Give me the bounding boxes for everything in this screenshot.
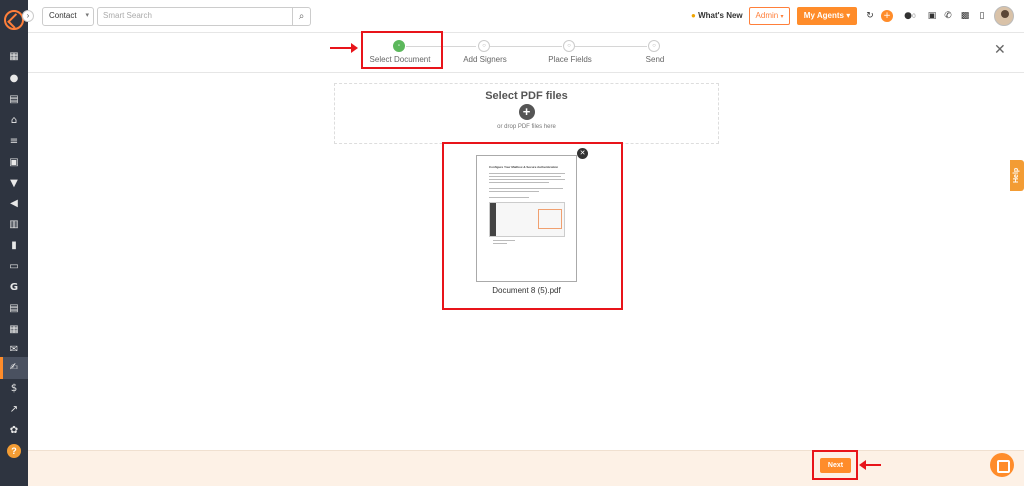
help-tab[interactable]: Help xyxy=(1010,160,1024,191)
chevron-down-icon: ▾ xyxy=(846,11,851,20)
my-agents-button[interactable]: My Agents ▾ xyxy=(797,7,857,25)
dropzone-title: Select PDF files xyxy=(485,90,568,102)
close-icon[interactable]: ✕ xyxy=(994,42,1006,58)
thumb-line xyxy=(493,243,507,244)
add-file-icon[interactable]: + xyxy=(518,104,535,120)
chevron-down-icon: ▾ xyxy=(85,12,89,19)
funnel-icon[interactable]: ▼ xyxy=(7,177,21,191)
step-connector xyxy=(490,46,562,47)
dashboard-icon[interactable]: ▦ xyxy=(7,50,21,64)
google-icon[interactable]: G xyxy=(7,281,21,295)
thumb-line xyxy=(493,240,515,241)
settings-gear-icon[interactable]: ✿ xyxy=(7,424,21,438)
reports-icon[interactable]: ▮ xyxy=(7,239,21,253)
search-icon[interactable]: ⌕ xyxy=(292,7,311,26)
thumb-highlight xyxy=(538,209,562,229)
step-connector xyxy=(575,46,647,47)
my-agents-label: My Agents xyxy=(803,11,844,20)
logo-icon[interactable] xyxy=(4,10,24,30)
chart-line-icon[interactable]: ↗ xyxy=(7,403,21,417)
stepper: ▫ Select Document ○ Add Signers ○ Place … xyxy=(28,33,1024,73)
topbar: Contact ▾ Smart Search ⌕ ● What's New Ad… xyxy=(28,0,1024,33)
annotation-box-step xyxy=(361,31,443,69)
bank-icon[interactable]: ⌂ xyxy=(7,114,21,128)
admin-label: Admin xyxy=(755,11,779,20)
refresh-icon[interactable]: ↻ xyxy=(864,10,876,22)
next-button[interactable]: Next xyxy=(820,458,851,473)
step-2-label[interactable]: Add Signers xyxy=(445,55,525,64)
thumbnail-title: Configure Your Mailbox & Secure Authenti… xyxy=(489,165,559,169)
thumb-line xyxy=(489,188,563,189)
document-filename: Document 8 (5).pdf xyxy=(492,286,561,295)
thumb-line xyxy=(489,176,561,177)
step-2-signer-icon[interactable]: ○ xyxy=(478,40,490,52)
document-thumbnail[interactable]: Configure Your Mailbox & Secure Authenti… xyxy=(476,155,577,282)
step-3-fields-icon[interactable]: ○ xyxy=(563,40,575,52)
list-icon[interactable]: ≡ xyxy=(7,135,21,149)
users-count: 0 xyxy=(912,13,916,20)
user-icon: ● xyxy=(904,11,913,21)
annotation-arrow-step xyxy=(330,43,358,53)
sidebar-collapse-toggle[interactable]: › xyxy=(22,10,34,22)
add-icon[interactable]: + xyxy=(881,10,893,22)
whats-new-label: What's New xyxy=(698,11,743,20)
thumb-sidebar xyxy=(490,203,496,236)
thumb-line xyxy=(489,191,539,192)
thumb-line xyxy=(489,179,565,180)
help-circle-icon[interactable]: ? xyxy=(7,444,21,458)
folder-icon[interactable]: ▭ xyxy=(7,260,21,274)
remove-document-icon[interactable]: ✕ xyxy=(577,148,588,159)
step-4-label[interactable]: Send xyxy=(615,55,695,64)
megaphone-icon[interactable]: ◀ xyxy=(7,197,21,211)
whats-new-link[interactable]: ● What's New xyxy=(691,11,743,20)
dropzone-hint: or drop PDF files here xyxy=(497,124,556,130)
contacts-icon[interactable]: ● xyxy=(7,72,21,86)
chat-icon[interactable] xyxy=(990,453,1014,477)
avatar[interactable] xyxy=(994,6,1014,26)
tasks-icon[interactable]: ▤ xyxy=(7,302,21,316)
search-input[interactable]: Smart Search xyxy=(97,7,293,26)
documents-icon[interactable]: ▤ xyxy=(7,93,21,107)
dollar-icon[interactable]: $ xyxy=(7,382,21,396)
thumb-line xyxy=(489,173,565,174)
thumb-line xyxy=(489,197,529,198)
step-4-send-icon[interactable]: ○ xyxy=(648,40,660,52)
annotation-arrow-next xyxy=(859,460,881,470)
thumbnail-screenshot xyxy=(489,202,565,237)
calculator-icon[interactable]: ▥ xyxy=(7,218,21,232)
chip-icon[interactable]: ▩ xyxy=(959,10,971,22)
thumb-line xyxy=(489,182,549,183)
users-count-icon[interactable]: ●0 xyxy=(900,10,920,22)
sidebar: ▦ ● ▤ ⌂ ≡ ▣ ▼ ◀ ▥ ▮ ▭ G ▤ ▦ ✉ ✍ $ ↗ ✿ ? xyxy=(0,0,28,486)
contact-select-value: Contact xyxy=(49,11,77,20)
step-3-label[interactable]: Place Fields xyxy=(530,55,610,64)
phone-icon[interactable]: ✆ xyxy=(942,10,954,22)
chevron-down-icon: ▾ xyxy=(780,14,784,20)
fire-icon: ● xyxy=(691,11,696,20)
calendar-icon[interactable]: ▦ xyxy=(7,323,21,337)
mobile-icon[interactable]: ▯ xyxy=(976,10,988,22)
pdf-dropzone[interactable]: Select PDF files + or drop PDF files her… xyxy=(334,83,719,144)
profile-card-icon[interactable]: ▣ xyxy=(7,156,21,170)
mail-icon[interactable]: ✉ xyxy=(7,343,21,357)
signature-icon[interactable]: ✍ xyxy=(7,361,21,375)
contact-select[interactable]: Contact ▾ xyxy=(42,7,94,26)
admin-dropdown[interactable]: Admin ▾ xyxy=(749,7,790,25)
footer-bar xyxy=(28,450,1024,486)
notifications-icon[interactable]: ▣ xyxy=(926,10,938,22)
